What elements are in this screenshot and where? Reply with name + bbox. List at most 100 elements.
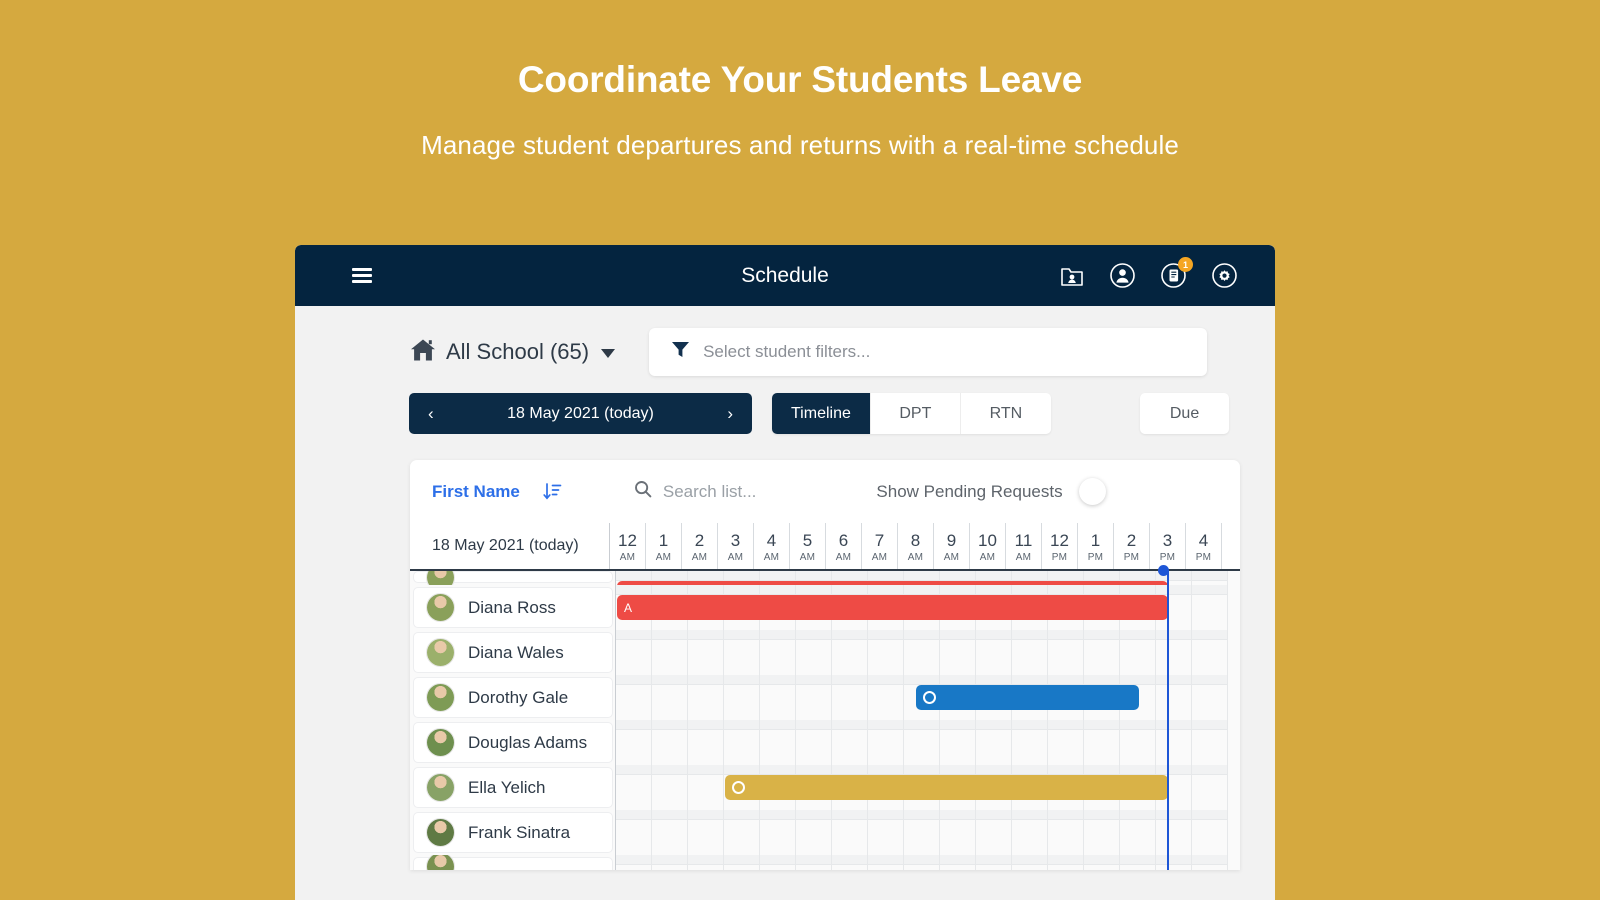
hour-number: 11 — [1014, 530, 1033, 550]
bar-label: A — [624, 600, 633, 615]
sort-field-label[interactable]: First Name — [432, 482, 520, 502]
hour-column-10-am: 10 AM — [970, 523, 1006, 569]
hamburger-menu-icon[interactable] — [352, 265, 372, 287]
timeline-track[interactable]: A — [615, 571, 1240, 585]
grid-cell — [796, 810, 832, 855]
hour-number: 2 — [694, 530, 705, 550]
grid-cell — [724, 855, 760, 870]
table-row[interactable]: A — [410, 571, 1240, 585]
grid-cell — [652, 765, 688, 810]
student-row-name[interactable] — [413, 855, 613, 870]
grid-cell — [724, 720, 760, 765]
timeline-track[interactable] — [615, 810, 1240, 855]
school-selector[interactable]: All School (65) — [410, 338, 616, 367]
hour-meridiem: AM — [799, 551, 816, 563]
grid-cell — [1048, 855, 1084, 870]
avatar — [426, 818, 455, 847]
sort-descending-icon[interactable] — [543, 482, 562, 501]
student-row-name[interactable]: Ella Yelich — [413, 767, 613, 808]
hour-column-12-pm: 12 PM — [1042, 523, 1078, 569]
date-navigator[interactable]: ‹ 18 May 2021 (today) › — [409, 393, 752, 434]
leave-bar-gold[interactable] — [725, 775, 1168, 800]
timeline-track[interactable] — [615, 855, 1240, 870]
timeline-track[interactable] — [615, 630, 1240, 675]
student-name: Dorothy Gale — [468, 687, 569, 707]
grid-cell — [1012, 810, 1048, 855]
table-row[interactable]: Diana Wales — [410, 630, 1240, 675]
leave-bar-blue[interactable] — [915, 685, 1139, 710]
gear-circle-icon[interactable] — [1210, 261, 1239, 290]
table-row[interactable]: Dorothy Gale — [410, 675, 1240, 720]
table-row[interactable]: Ella Yelich — [410, 765, 1240, 810]
student-row-name[interactable]: Dorothy Gale — [413, 677, 613, 718]
hour-meridiem: PM — [1159, 551, 1176, 563]
grid-cell — [1084, 630, 1120, 675]
grid-cell — [688, 765, 724, 810]
hour-column-2-pm: 2 PM — [1114, 523, 1150, 569]
student-filters-input[interactable]: Select student filters... — [649, 328, 1208, 376]
grid-cell — [1120, 810, 1156, 855]
grid-cell — [1012, 855, 1048, 870]
hour-column-6-am: 6 AM — [826, 523, 862, 569]
table-row[interactable] — [410, 855, 1240, 870]
grid-cell — [1192, 571, 1228, 585]
bar-circle-marker — [922, 691, 936, 704]
student-row-name[interactable]: Frank Sinatra — [413, 812, 613, 853]
notification-badge: 1 — [1178, 257, 1193, 272]
leave-bar-red[interactable]: A — [617, 581, 1168, 585]
tab-due[interactable]: Due — [1139, 393, 1230, 434]
tab-timeline[interactable]: Timeline — [772, 393, 871, 434]
page-title: Coordinate Your Students Leave — [517, 59, 1083, 100]
show-pending-requests-toggle[interactable] — [1078, 478, 1106, 505]
avatar — [426, 773, 455, 802]
table-row[interactable]: Frank Sinatra — [410, 810, 1240, 855]
grid-cell — [688, 630, 724, 675]
home-icon — [410, 338, 436, 367]
table-row[interactable]: Douglas Adams — [410, 720, 1240, 765]
student-row-name[interactable]: Diana Wales — [413, 632, 613, 673]
grid-cell — [904, 630, 940, 675]
list-toolbar: First Name Search list... Show Pending R… — [410, 460, 1240, 523]
grid-cell — [1048, 720, 1084, 765]
grid-cell — [616, 855, 652, 870]
search-list-field[interactable]: Search list... — [634, 480, 757, 503]
hour-column-4-am: 4 AM — [754, 523, 790, 569]
hour-number: 3 — [730, 530, 741, 550]
timeline-track[interactable]: A — [615, 585, 1240, 630]
leave-bar-red[interactable]: A — [617, 595, 1168, 620]
folder-user-icon[interactable] — [1057, 261, 1086, 290]
timeline-track[interactable] — [615, 765, 1240, 810]
student-row-name[interactable] — [413, 571, 613, 585]
prev-date-icon[interactable]: ‹ — [428, 405, 434, 422]
hour-meridiem: AM — [943, 551, 960, 563]
grid-cell — [616, 630, 652, 675]
tab-rtn[interactable]: RTN — [960, 393, 1051, 434]
hour-column-12-am: 12 AM — [610, 523, 646, 569]
hour-column-3-am: 3 AM — [718, 523, 754, 569]
grid-cell — [976, 630, 1012, 675]
grid-cell — [1012, 630, 1048, 675]
timeline-track[interactable] — [615, 720, 1240, 765]
grid-cell — [688, 675, 724, 720]
hour-number: 4 — [1198, 530, 1209, 550]
table-row[interactable]: Diana Ross A — [410, 585, 1240, 630]
hour-meridiem: PM — [1195, 551, 1212, 563]
grid-cell — [760, 675, 796, 720]
student-row-name[interactable]: Douglas Adams — [413, 722, 613, 763]
timeline-track[interactable] — [615, 675, 1240, 720]
student-row-name[interactable]: Diana Ross — [413, 587, 613, 628]
tab-dpt[interactable]: DPT — [870, 393, 961, 434]
hour-column-4-pm: 4 PM — [1186, 523, 1222, 569]
hour-meridiem: AM — [727, 551, 744, 563]
grid-cell — [760, 810, 796, 855]
grid-cell — [1192, 585, 1228, 630]
avatar — [426, 593, 455, 622]
search-list-placeholder: Search list... — [662, 481, 757, 501]
next-date-icon[interactable]: › — [727, 405, 733, 422]
hour-gridlines — [616, 855, 1240, 870]
user-circle-icon[interactable] — [1108, 261, 1137, 290]
document-circle-icon[interactable]: 1 — [1159, 257, 1193, 290]
grid-cell — [1156, 720, 1192, 765]
grid-cell — [688, 810, 724, 855]
grid-cell — [832, 810, 868, 855]
